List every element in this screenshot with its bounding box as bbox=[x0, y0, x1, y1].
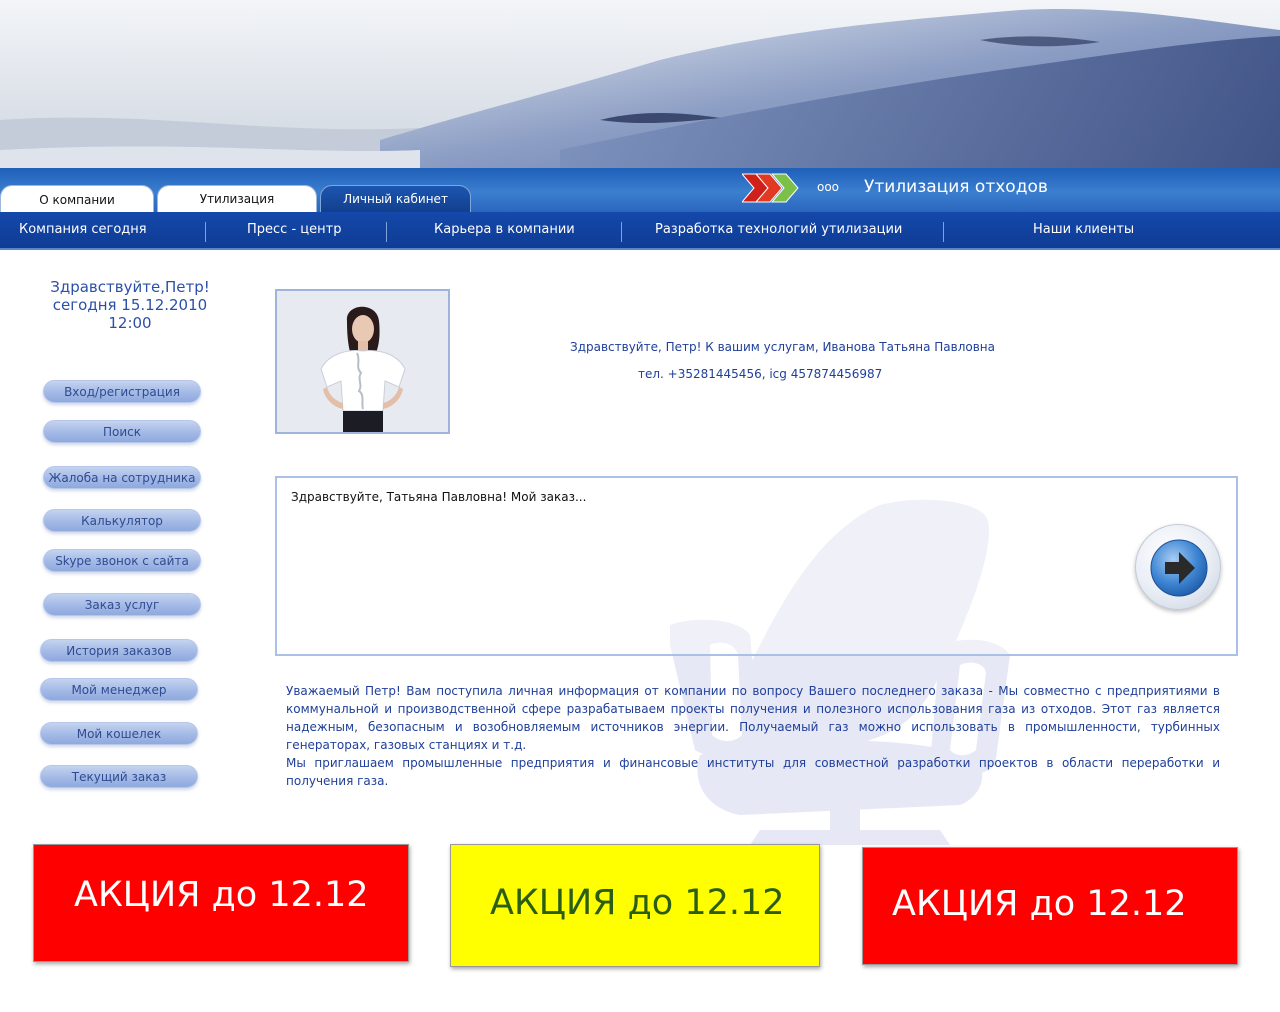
manager-contact-text: тел. +35281445456, icg 457874456987 bbox=[638, 367, 883, 381]
nav-career[interactable]: Карьера в компании bbox=[434, 212, 575, 250]
manager-portrait-image bbox=[277, 291, 448, 432]
promo-banner-2[interactable]: АКЦИЯ до 12.12 bbox=[450, 844, 820, 967]
main-nav: Компания сегодня Пресс - центр Карьера в… bbox=[0, 212, 1280, 250]
message-text: Здравствуйте, Татьяна Павловна! Мой зака… bbox=[291, 490, 587, 504]
tab-bar: О компании Утилизация Личный кабинет bbox=[0, 168, 1280, 212]
menu-order-history[interactable]: История заказов bbox=[40, 639, 198, 662]
promo-label: АКЦИЯ до 12.12 bbox=[74, 875, 369, 915]
tab-label: Утилизация bbox=[199, 192, 275, 206]
nav-press-center[interactable]: Пресс - центр bbox=[247, 212, 341, 250]
promo-label: АКЦИЯ до 12.12 bbox=[892, 884, 1187, 924]
tab-utilization[interactable]: Утилизация bbox=[157, 185, 317, 212]
menu-order-services[interactable]: Заказ услуг bbox=[43, 593, 201, 616]
menu-calculator[interactable]: Калькулятор bbox=[43, 509, 201, 532]
nav-separator bbox=[621, 222, 622, 242]
info-paragraph: Мы приглашаем промышленные предприятия и… bbox=[286, 756, 1220, 788]
menu-my-wallet[interactable]: Мой кошелек bbox=[40, 722, 198, 745]
arrow-right-icon bbox=[1150, 539, 1208, 597]
promo-banner-3[interactable]: АКЦИЯ до 12.12 bbox=[862, 847, 1238, 965]
info-paragraph: Уважаемый Петр! Вам поступила личная инф… bbox=[286, 684, 1220, 752]
nav-separator bbox=[386, 222, 387, 242]
tab-personal-cabinet[interactable]: Личный кабинет bbox=[320, 185, 471, 212]
tab-about-company[interactable]: О компании bbox=[0, 185, 154, 212]
menu-my-manager[interactable]: Мой менеджер bbox=[40, 678, 198, 701]
nav-separator bbox=[943, 222, 944, 242]
brand-name: Утилизация отходов bbox=[864, 177, 1048, 197]
greeting-time: 12:00 bbox=[108, 314, 152, 332]
manager-intro-text: Здравствуйте, Петр! К вашим услугам, Ива… bbox=[570, 340, 995, 354]
tab-label: О компании bbox=[39, 193, 115, 207]
brand-prefix: ооо bbox=[817, 180, 840, 194]
greeting-hello: Здравствуйте,Петр! bbox=[50, 278, 210, 296]
nav-technology-development[interactable]: Разработка технологий утилизации bbox=[655, 212, 902, 250]
brand-arrows-icon bbox=[742, 173, 799, 203]
menu-skype-call[interactable]: Skype звонок с сайта bbox=[43, 549, 201, 572]
promo-label: АКЦИЯ до 12.12 bbox=[490, 883, 785, 923]
mountain-landscape-image bbox=[0, 0, 1280, 168]
greeting-date: сегодня 15.12.2010 bbox=[52, 296, 208, 314]
header-banner bbox=[0, 0, 1280, 168]
nav-company-today[interactable]: Компания сегодня bbox=[19, 212, 147, 250]
menu-login-registration[interactable]: Вход/регистрация bbox=[43, 380, 201, 403]
menu-search[interactable]: Поиск bbox=[43, 420, 201, 443]
menu-employee-complaint[interactable]: Жалоба на сотрудника bbox=[43, 466, 201, 489]
user-greeting: Здравствуйте,Петр! сегодня 15.12.2010 12… bbox=[30, 278, 230, 332]
nav-our-clients[interactable]: Наши клиенты bbox=[1033, 212, 1134, 250]
menu-current-order[interactable]: Текущий заказ bbox=[40, 765, 198, 788]
personal-info-message: Уважаемый Петр! Вам поступила личная инф… bbox=[286, 682, 1220, 790]
send-button[interactable] bbox=[1135, 524, 1221, 610]
nav-separator bbox=[205, 222, 206, 242]
tab-label: Личный кабинет bbox=[343, 192, 448, 206]
message-box[interactable]: Здравствуйте, Татьяна Павловна! Мой зака… bbox=[275, 476, 1238, 656]
promo-banner-1[interactable]: АКЦИЯ до 12.12 bbox=[33, 844, 409, 962]
manager-photo bbox=[275, 289, 450, 434]
